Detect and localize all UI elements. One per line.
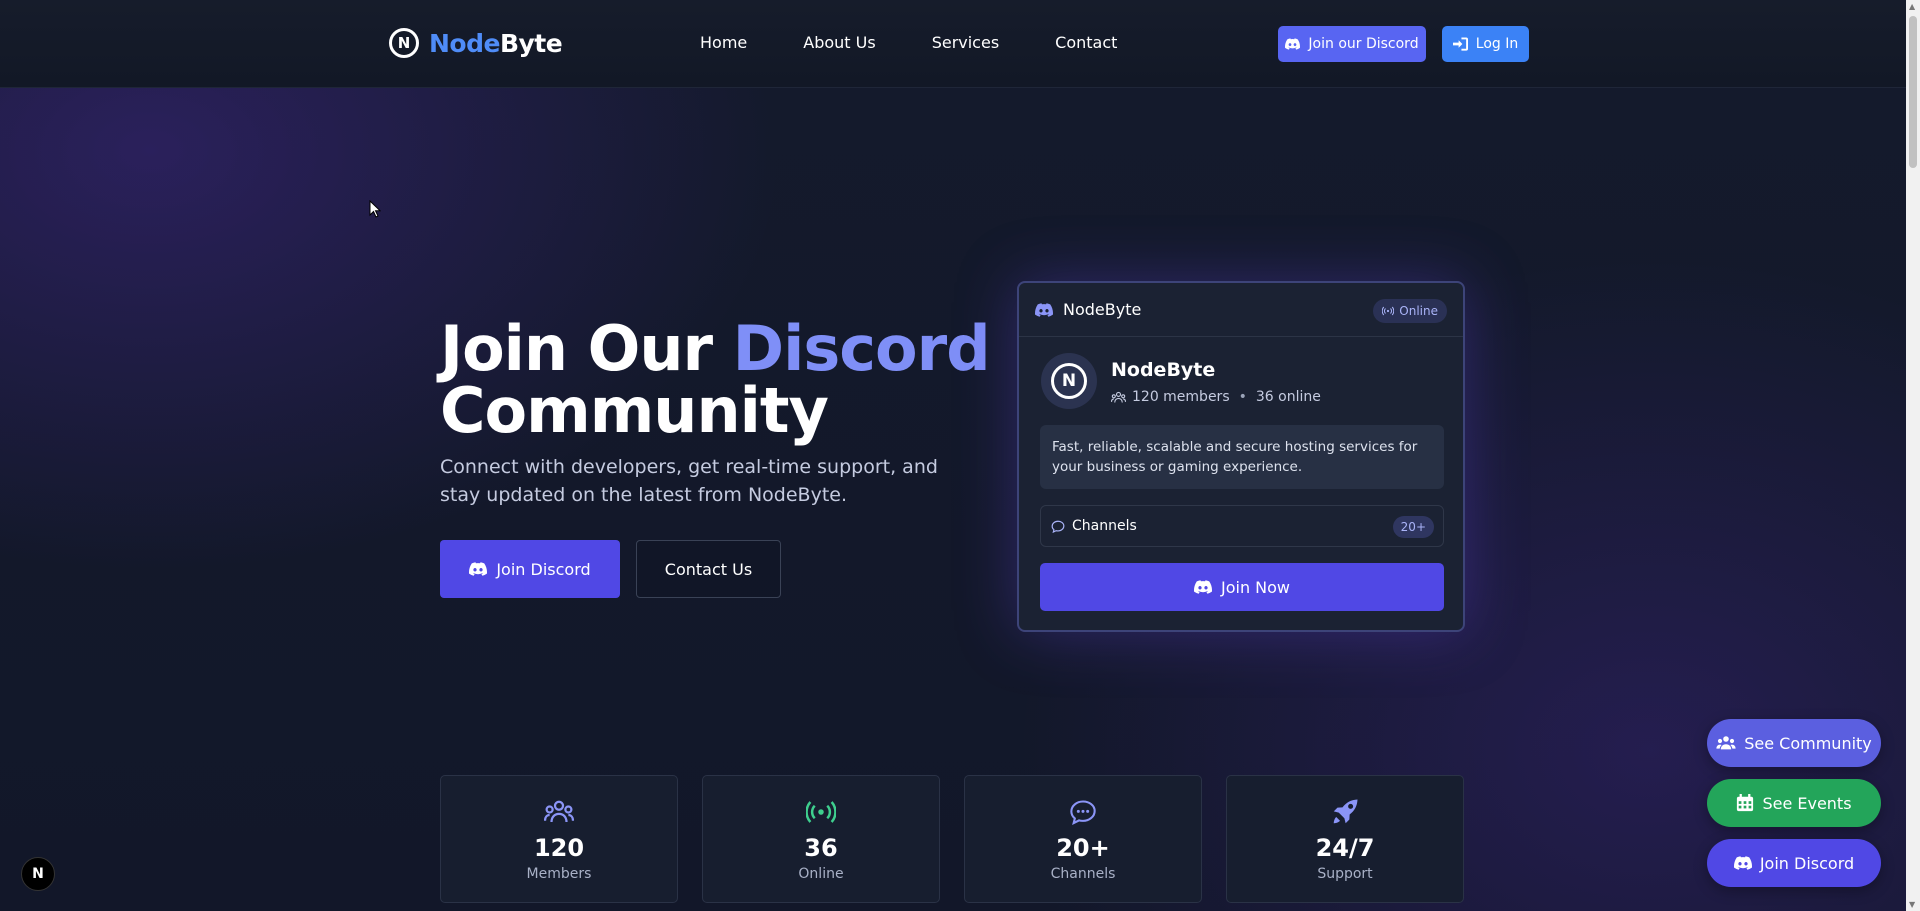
discord-icon: [1035, 302, 1053, 317]
server-avatar: N: [1041, 353, 1097, 409]
stat-value: 36: [804, 834, 838, 862]
channels-label: Channels: [1072, 518, 1137, 534]
nav-links: Home About Us Services Contact: [700, 33, 1117, 52]
discord-icon: [1285, 38, 1301, 50]
discord-icon: [1193, 580, 1212, 594]
hero-subtitle: Connect with developers, get real-time s…: [440, 456, 938, 506]
stat-label: Online: [798, 866, 844, 882]
hero-join-discord-button[interactable]: Join Discord: [440, 540, 620, 598]
stat-value: 20+: [1056, 834, 1110, 862]
top-navbar: N NodeByte Home About Us Services Contac…: [0, 0, 1906, 88]
stat-label: Members: [526, 866, 592, 882]
nodebyte-logo-icon: N: [389, 28, 419, 58]
vertical-scrollbar[interactable]: ▲ ▼: [1906, 0, 1920, 911]
discord-icon: [1733, 856, 1752, 870]
chat-icon: [1069, 798, 1097, 826]
online-count: 36 online: [1255, 389, 1321, 405]
stat-value: 24/7: [1315, 834, 1375, 862]
stat-card-support: 24/7 Support: [1226, 775, 1464, 903]
nav-link-contact[interactable]: Contact: [1055, 33, 1117, 52]
discord-server-card: NodeByte Online N NodeByte 120 members •…: [1017, 281, 1465, 632]
member-count: 120 members: [1132, 389, 1230, 405]
nav-link-services[interactable]: Services: [932, 33, 999, 52]
users-icon: [1716, 735, 1736, 751]
hero-title: Join Our Discord Community: [440, 318, 991, 442]
sign-in-icon: [1452, 37, 1468, 51]
card-header-title: NodeByte: [1063, 300, 1142, 319]
floating-join-discord-label: Join Discord: [1759, 853, 1855, 873]
stat-card-members: 120 Members: [440, 775, 678, 903]
calendar-icon: [1736, 794, 1754, 812]
server-description: Fast, reliable, scalable and secure host…: [1040, 425, 1444, 489]
server-name: NodeByte: [1111, 359, 1216, 381]
hero-contact-us-button[interactable]: Contact Us: [636, 540, 781, 598]
scroll-down-arrow-icon[interactable]: ▼: [1909, 900, 1915, 909]
join-now-label: Join Now: [1220, 577, 1291, 597]
stat-value: 120: [533, 834, 585, 862]
see-community-label: See Community: [1744, 733, 1872, 753]
brand-name-part1: Node: [429, 28, 500, 58]
mouse-cursor-icon: [369, 199, 382, 222]
stat-card-channels: 20+ Channels: [964, 775, 1202, 903]
log-in-button[interactable]: Log In: [1442, 26, 1529, 62]
join-our-discord-button[interactable]: Join our Discord: [1278, 26, 1426, 62]
channels-row[interactable]: Channels 20+: [1040, 505, 1444, 547]
brand-name: NodeByte: [429, 28, 563, 58]
discord-icon: [469, 562, 488, 576]
stat-card-online: 36 Online: [702, 775, 940, 903]
stat-label: Support: [1317, 866, 1373, 882]
log-in-label: Log In: [1475, 36, 1519, 52]
nodebyte-logo-icon: N: [1051, 363, 1087, 399]
users-icon: [1111, 391, 1126, 404]
nav-link-about-us[interactable]: About Us: [803, 33, 875, 52]
broadcast-icon: [806, 798, 836, 826]
scroll-up-arrow-icon[interactable]: ▲: [1909, 2, 1915, 11]
channels-count-badge: 20+: [1392, 516, 1434, 538]
join-now-button[interactable]: Join Now: [1040, 563, 1444, 611]
rocket-icon: [1330, 798, 1360, 826]
hero-join-discord-label: Join Discord: [496, 559, 591, 579]
broadcast-icon: [1382, 306, 1395, 316]
server-meta: 120 members • 36 online: [1111, 389, 1321, 405]
online-status-badge: Online: [1373, 299, 1447, 323]
users-icon: [544, 798, 574, 826]
separator-dot: •: [1238, 389, 1247, 405]
online-status-label: Online: [1399, 304, 1438, 318]
nav-link-home[interactable]: Home: [700, 33, 747, 52]
join-our-discord-label: Join our Discord: [1308, 36, 1419, 52]
nextjs-dev-indicator[interactable]: N: [21, 857, 55, 891]
see-events-label: See Events: [1762, 793, 1852, 813]
card-header: NodeByte Online: [1019, 283, 1463, 337]
brand-logo[interactable]: N NodeByte: [389, 28, 563, 58]
see-events-button[interactable]: See Events: [1707, 779, 1881, 827]
see-community-button[interactable]: See Community: [1707, 719, 1881, 767]
stat-label: Channels: [1050, 866, 1116, 882]
brand-name-part2: Byte: [499, 28, 563, 58]
floating-join-discord-button[interactable]: Join Discord: [1707, 839, 1881, 887]
hero-title-part2: Community: [440, 374, 829, 447]
chat-bubble-icon: [1051, 520, 1065, 533]
scrollbar-thumb[interactable]: [1909, 16, 1917, 168]
